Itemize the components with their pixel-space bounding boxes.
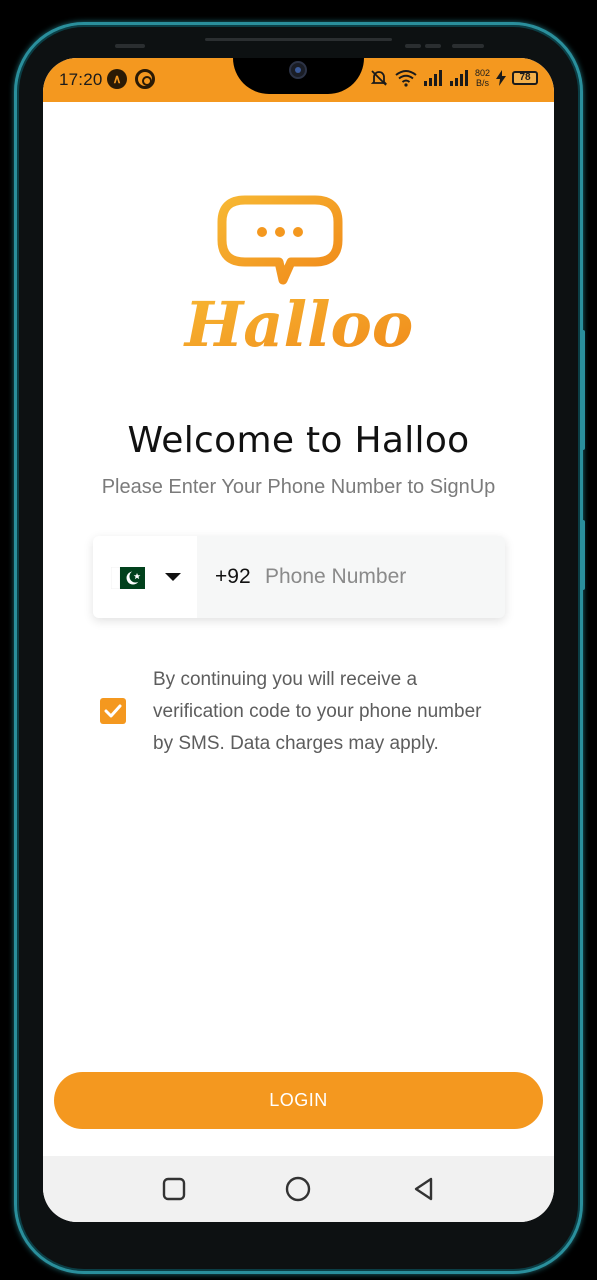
pakistan-flag-icon (111, 567, 145, 589)
back-triangle-icon[interactable] (411, 1176, 437, 1202)
earpiece (205, 38, 392, 41)
page-subtitle: Please Enter Your Phone Number to SignUp (101, 476, 496, 498)
power-button (581, 520, 585, 590)
front-camera (289, 61, 307, 79)
page-title: Welcome to Halloo (127, 420, 470, 461)
halloo-logo: Halloo (183, 195, 413, 361)
signal-icon (449, 70, 468, 86)
sensor-mark (452, 44, 484, 48)
sensor-mark (115, 44, 145, 48)
sensor-mark (425, 44, 441, 48)
logo-text: Halloo (183, 288, 413, 361)
battery-icon: 78 (512, 71, 538, 85)
recents-square-icon[interactable] (161, 1176, 187, 1202)
dial-code: +92 (215, 565, 251, 588)
navigation-notification-icon: ∧ (107, 69, 127, 89)
wifi-icon (395, 70, 417, 87)
phone-number-input[interactable] (265, 556, 485, 598)
sensor-mark (405, 44, 421, 48)
bell-off-icon (370, 70, 388, 86)
phone-number-field: +92 (93, 536, 505, 618)
consent-text: By continuing you will receive a verific… (153, 669, 482, 754)
status-bar: 17:20 ∧ 802 B/s 78 (43, 58, 554, 102)
screen: 17:20 ∧ 802 B/s 78 Halloo Welcome to Hal… (43, 58, 554, 1222)
network-speed-value: 802 (474, 68, 490, 78)
country-picker[interactable] (93, 536, 197, 618)
volume-button (581, 330, 585, 450)
navigation-bar (43, 1156, 554, 1222)
status-icons: 802 B/s 78 (369, 68, 538, 88)
checkmark-icon (104, 704, 122, 718)
home-circle-icon[interactable] (285, 1176, 311, 1202)
sync-notification-icon (135, 69, 155, 89)
consent-checkbox[interactable] (100, 698, 126, 724)
signal-icon (423, 70, 442, 86)
status-time: 17:20 (59, 70, 103, 89)
network-speed: 802 B/s (475, 68, 490, 88)
network-speed-unit: B/s (475, 78, 489, 88)
login-button[interactable]: LOGIN (54, 1072, 543, 1129)
caret-down-icon (165, 573, 181, 581)
charging-icon (496, 70, 506, 86)
